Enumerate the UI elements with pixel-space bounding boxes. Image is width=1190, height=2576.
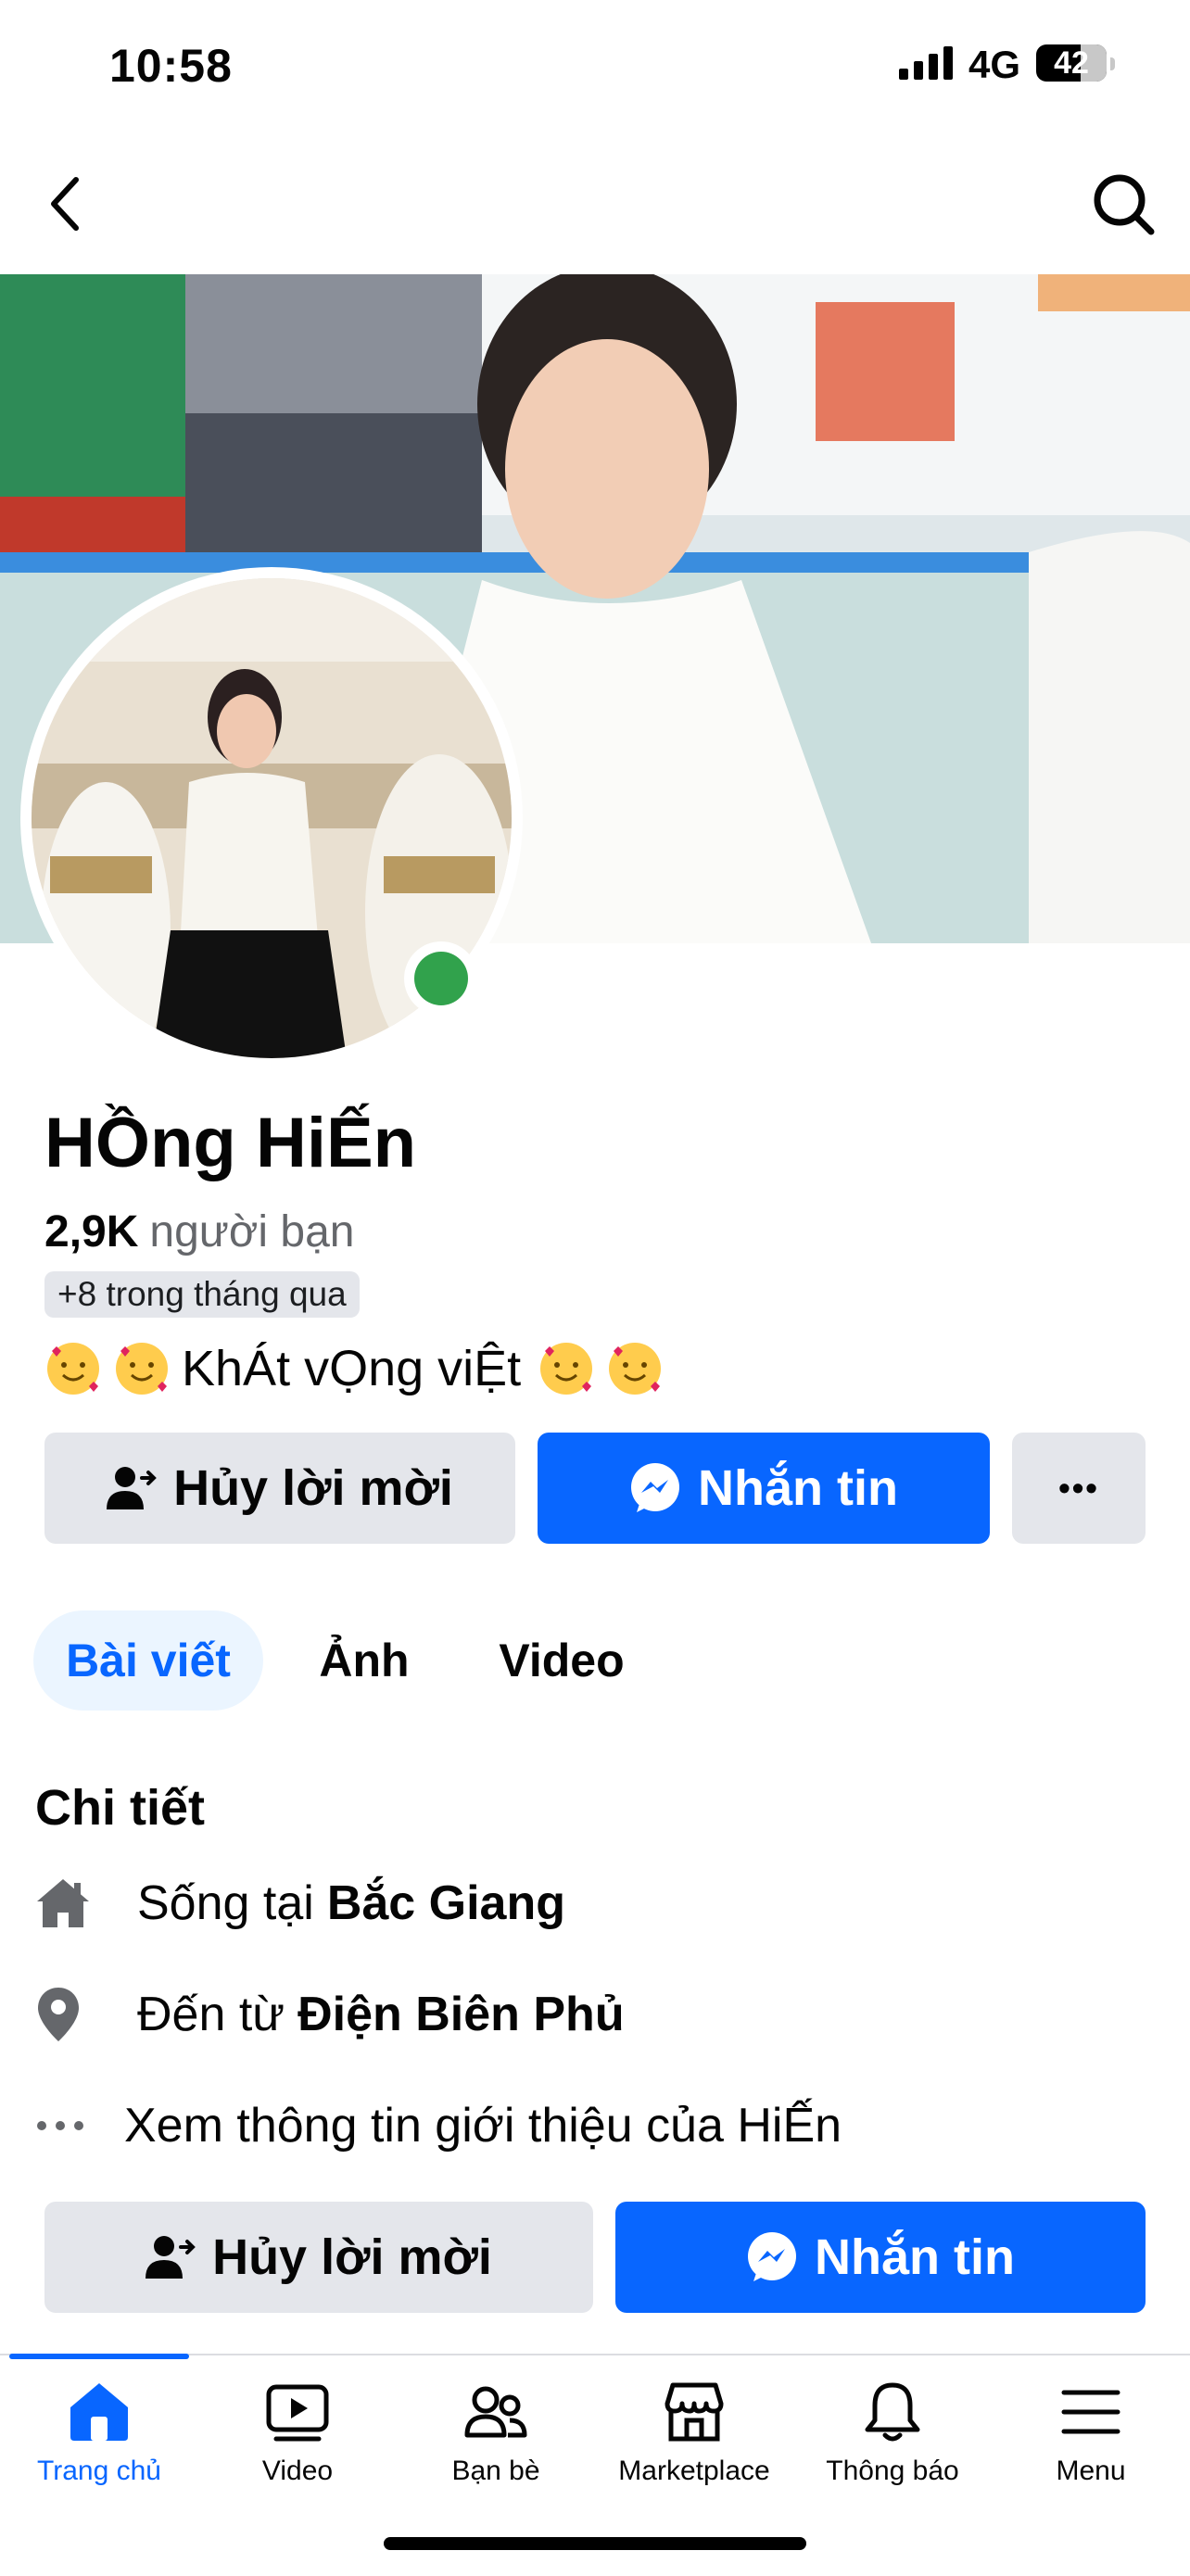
back-button[interactable] (37, 167, 93, 241)
lives-place: Bắc Giang (326, 1876, 565, 1930)
message-button-bottom[interactable]: Nhắn tin (615, 2202, 1146, 2313)
profile-bio: KhÁt vỌng viỆt (44, 1340, 675, 1397)
friends-count-value: 2,9K (44, 1207, 139, 1256)
battery-icon: 42 (1036, 44, 1107, 82)
nav-marketplace-label: Marketplace (618, 2456, 770, 2486)
message-button[interactable]: Nhắn tin (538, 1433, 990, 1544)
friends-count[interactable]: 2,9K người bạn (44, 1206, 354, 1257)
home-icon (37, 1879, 89, 1927)
profile-name: HỒng HiẾn (44, 1104, 417, 1182)
smiling-hearts-emoji-icon (116, 1343, 168, 1395)
nav-marketplace[interactable]: Marketplace (595, 2380, 793, 2487)
nav-menu[interactable]: Menu (992, 2380, 1190, 2487)
battery-tip (1110, 57, 1115, 70)
friends-count-label: người bạn (149, 1207, 355, 1256)
smiling-hearts-emoji-icon (47, 1343, 99, 1395)
nav-home-label: Trang chủ (37, 2456, 161, 2486)
nav-notifications-label: Thông báo (826, 2456, 959, 2486)
cancel-friend-request-button-bottom[interactable]: Hủy lời mời (44, 2202, 593, 2313)
active-tab-indicator (9, 2354, 189, 2359)
user-arrow-icon (146, 2236, 196, 2279)
detail-lives-in: Sống tại Bắc Giang (35, 1866, 565, 1940)
nav-notifications[interactable]: Thông báo (793, 2380, 992, 2487)
menu-icon (1061, 2390, 1120, 2434)
from-place: Điện Biên Phủ (298, 1988, 625, 2041)
from-prefix: Đến từ (137, 1988, 285, 2041)
tab-photos[interactable]: Ảnh (295, 1610, 434, 1711)
messenger-icon (748, 2232, 796, 2281)
signal-icon (899, 46, 953, 80)
more-options-button[interactable]: ••• (1012, 1433, 1146, 1544)
tab-videos[interactable]: Video (471, 1610, 652, 1711)
online-status-indicator (404, 941, 478, 1016)
battery-level: 42 (1054, 44, 1089, 81)
see-about-link[interactable]: Xem thông tin giới thiệu của HiẾn (35, 2089, 842, 2163)
video-icon (266, 2384, 329, 2442)
bell-icon (865, 2382, 920, 2442)
details-title: Chi tiết (35, 1780, 205, 1836)
user-arrow-icon (107, 1467, 157, 1509)
message-label: Nhắn tin (815, 2229, 1015, 2285)
marketplace-icon (665, 2382, 724, 2442)
see-about-label: Xem thông tin giới thiệu của HiẾn (124, 2099, 842, 2153)
cancel-friend-request-label: Hủy lời mời (212, 2229, 492, 2285)
smiling-hearts-emoji-icon (609, 1343, 662, 1395)
smiling-hearts-emoji-icon (540, 1343, 593, 1395)
home-indicator[interactable] (384, 2537, 806, 2550)
friends-recent-badge: +8 trong tháng qua (44, 1271, 360, 1318)
nav-friends[interactable]: Bạn bè (397, 2380, 595, 2487)
search-icon (1094, 174, 1155, 235)
cancel-friend-request-button[interactable]: Hủy lời mời (44, 1433, 515, 1544)
messenger-icon (631, 1463, 679, 1512)
more-dots-icon (37, 2121, 83, 2130)
lives-prefix: Sống tại (137, 1876, 314, 1930)
bio-text: KhÁt vỌng viỆt (182, 1341, 522, 1396)
nav-menu-label: Menu (1056, 2456, 1126, 2486)
detail-from: Đến từ Điện Biên Phủ (35, 1977, 625, 2052)
friends-icon (464, 2386, 527, 2438)
status-time: 10:58 (109, 40, 233, 92)
chevron-left-icon (51, 177, 79, 231)
tab-posts[interactable]: Bài viết (33, 1610, 263, 1711)
search-button[interactable] (1084, 165, 1162, 243)
nav-video[interactable]: Video (198, 2380, 397, 2487)
home-icon (70, 2383, 128, 2441)
more-dots-icon: ••• (1058, 1469, 1099, 1507)
nav-video-label: Video (261, 2456, 334, 2486)
network-type: 4G (968, 43, 1021, 86)
nav-friends-label: Bạn bè (451, 2456, 540, 2486)
nav-home[interactable]: Trang chủ (0, 2380, 198, 2487)
message-label: Nhắn tin (698, 1460, 898, 1516)
location-pin-icon (38, 1988, 79, 2041)
cancel-friend-request-label: Hủy lời mời (173, 1460, 453, 1516)
